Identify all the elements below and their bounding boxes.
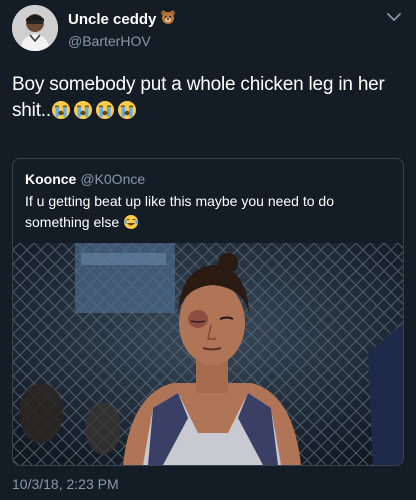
author-block: Uncle ceddy @BarterHOV (68, 9, 176, 49)
author-name[interactable]: Uncle ceddy (68, 11, 156, 28)
chevron-down-icon[interactable] (386, 9, 402, 25)
quoted-author-handle: @K0Once (80, 171, 146, 187)
loudly-crying-face-icon (95, 100, 115, 128)
emoji-group (51, 100, 137, 128)
loudly-crying-face-icon (51, 100, 71, 128)
quoted-tweet-header: Koonce @K0Once (25, 171, 145, 187)
quoted-author-name: Koonce (25, 171, 77, 187)
avatar-image (12, 5, 58, 51)
tweet-card: Uncle ceddy @BarterHOV Boy somebody put … (0, 0, 416, 500)
loudly-crying-face-icon (117, 100, 137, 128)
author-name-row: Uncle ceddy (68, 9, 176, 29)
loudly-crying-face-icon (73, 100, 93, 128)
face-with-tears-of-joy-icon (123, 215, 139, 233)
avatar[interactable] (12, 5, 58, 51)
tweet-text: Boy somebody put a whole chicken leg in … (12, 72, 404, 128)
tweet-timestamp[interactable]: 10/3/18, 2:23 PM (12, 476, 119, 492)
quoted-tweet[interactable]: Koonce @K0Once If u getting beat up like … (12, 158, 404, 466)
author-handle[interactable]: @BarterHOV (68, 33, 176, 49)
bear-face-icon (160, 9, 176, 29)
quoted-tweet-body: If u getting beat up like this maybe you… (25, 193, 334, 230)
quoted-tweet-text: If u getting beat up like this maybe you… (25, 191, 393, 236)
quoted-tweet-photo[interactable] (13, 243, 403, 465)
